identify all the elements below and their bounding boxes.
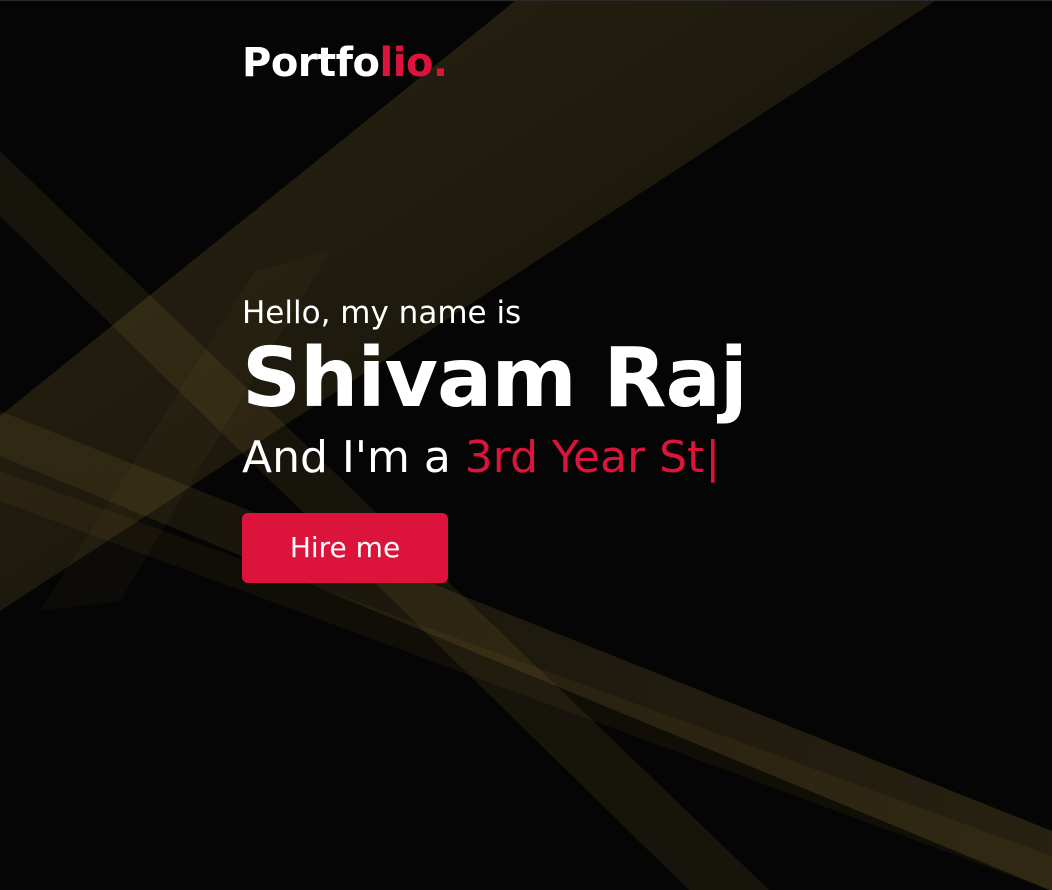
hire-me-button[interactable]: Hire me [242,512,448,583]
logo-accent-text: lio. [379,40,449,86]
portfolio-page: Portfolio. Hello, my name is Shivam Raj … [0,0,1052,890]
site-logo[interactable]: Portfolio. [242,43,448,83]
hero-greeting: Hello, my name is [242,295,522,331]
typed-role-text: 3rd Year St [464,432,705,484]
logo-text: Portfo [242,40,380,86]
hero-name: Shivam Raj [242,331,748,427]
hero-role-line: And I'm a 3rd Year St| [242,432,747,484]
typing-cursor: | [705,432,721,484]
role-prefix: And I'm a [242,432,451,484]
hero-section: Hello, my name is Shivam Raj And I'm a 3… [242,295,748,583]
